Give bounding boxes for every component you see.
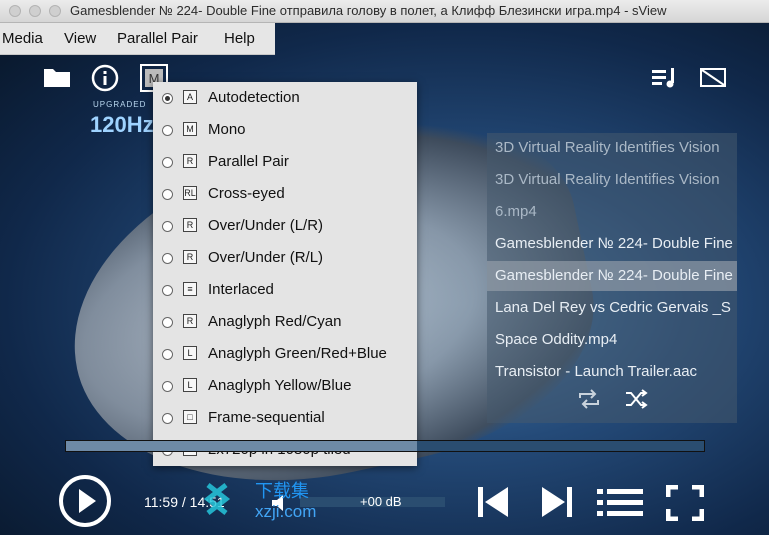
playlist-item-label: Gamesblender № 224- Double Fine: [495, 267, 733, 284]
radio-icon[interactable]: [162, 253, 173, 264]
stereo-mode-item[interactable]: L Anaglyph Yellow/Blue: [153, 370, 417, 402]
playlist-item[interactable]: Transistor - Launch Trailer.aac: [487, 357, 737, 387]
shuffle-icon[interactable]: [624, 388, 648, 415]
stereo-mode-icon: R: [183, 218, 197, 232]
playlist-item-label: Transistor - Launch Trailer.aac: [495, 363, 698, 380]
stereo-mode-item[interactable]: R Parallel Pair: [153, 146, 417, 178]
stereo-mode-label: Anaglyph Green/Red+Blue: [208, 345, 387, 362]
stereo-mode-label: Anaglyph Yellow/Blue: [208, 377, 352, 394]
stereo-mode-label: Over/Under (L/R): [208, 217, 324, 234]
playlist-item-label: 3D Virtual Reality Identifies Vision: [495, 171, 720, 188]
stereo-mode-icon: R: [183, 154, 197, 168]
stereo-mode-dropdown: A Autodetection M Mono R Parallel Pair RL Cross…: [153, 82, 417, 466]
playlist-item[interactable]: Space Oddity.mp4: [487, 325, 737, 355]
playlist-item[interactable]: 6.mp4: [487, 197, 737, 227]
playlist-item[interactable]: Gamesblender № 224- Double Fine: [487, 229, 737, 259]
stereo-mode-item[interactable]: R Anaglyph Red/Cyan: [153, 306, 417, 338]
stereo-mode-item[interactable]: L Anaglyph Green/Red+Blue: [153, 338, 417, 370]
stereo-mode-icon: L: [183, 378, 197, 392]
window-title: Gamesblender № 224- Double Fine отправил…: [70, 3, 667, 18]
menu-parallel-pair[interactable]: Parallel Pair: [117, 30, 198, 47]
playlist-item-label: Lana Del Rey vs Cedric Gervais _S: [495, 299, 731, 316]
playlist-item-label: 6.mp4: [495, 203, 537, 220]
playlist-item-label: Gamesblender № 224- Double Fine: [495, 235, 733, 252]
watermark-text-cn: 下载集: [255, 481, 309, 502]
volume-db-label: +00 dB: [360, 494, 402, 509]
title-bar: Gamesblender № 224- Double Fine отправил…: [0, 0, 769, 23]
zoom-window-button[interactable]: [49, 5, 61, 17]
radio-icon[interactable]: [162, 157, 173, 168]
radio-icon[interactable]: [162, 285, 173, 296]
repeat-icon[interactable]: [577, 388, 601, 415]
radio-icon[interactable]: [162, 413, 173, 424]
next-track-icon[interactable]: [539, 485, 575, 524]
menu-help[interactable]: Help: [224, 30, 255, 47]
folder-icon[interactable]: [43, 66, 71, 93]
stereo-mode-label: Cross-eyed: [208, 185, 285, 202]
stereo-mode-icon: □: [183, 410, 197, 424]
stereo-mode-icon: A: [183, 90, 197, 104]
minimize-window-button[interactable]: [29, 5, 41, 17]
close-window-button[interactable]: [9, 5, 21, 17]
radio-icon[interactable]: [162, 381, 173, 392]
menu-bar: Media View Parallel Pair Help: [0, 23, 275, 55]
subtitles-off-icon[interactable]: [700, 68, 726, 93]
stereo-mode-icon: R: [183, 314, 197, 328]
radio-icon[interactable]: [162, 317, 173, 328]
stereo-mode-item[interactable]: A Autodetection: [153, 82, 417, 114]
stereo-mode-label: Mono: [208, 121, 246, 138]
stereo-mode-label: Autodetection: [208, 89, 300, 106]
menu-media[interactable]: Media: [2, 30, 43, 47]
radio-icon[interactable]: [162, 93, 173, 104]
stereo-mode-item[interactable]: RL Cross-eyed: [153, 178, 417, 210]
stereo-mode-label: Parallel Pair: [208, 153, 289, 170]
previous-track-icon[interactable]: [476, 485, 512, 524]
info-icon[interactable]: [91, 64, 119, 97]
stereo-mode-item[interactable]: R Over/Under (R/L): [153, 242, 417, 274]
radio-icon[interactable]: [162, 125, 173, 136]
playlist-music-icon[interactable]: [652, 68, 678, 93]
stereo-mode-icon: L: [183, 346, 197, 360]
stereo-mode-item[interactable]: R Over/Under (L/R): [153, 210, 417, 242]
stereo-mode-icon: M: [183, 122, 197, 136]
stereo-mode-icon: RL: [183, 186, 197, 200]
menu-view[interactable]: View: [64, 30, 96, 47]
seek-bar[interactable]: [65, 440, 705, 452]
stereo-mode-label: Frame-sequential: [208, 409, 325, 426]
radio-icon[interactable]: [162, 221, 173, 232]
stereo-mode-label: Interlaced: [208, 281, 274, 298]
play-button[interactable]: [58, 474, 112, 533]
hz-label: 120Hz: [90, 112, 154, 137]
playlist-item[interactable]: 3D Virtual Reality Identifies Vision: [487, 133, 737, 163]
stereo-mode-label: Anaglyph Red/Cyan: [208, 313, 342, 330]
playlist-item[interactable]: Lana Del Rey vs Cedric Gervais _S: [487, 293, 737, 323]
playlist-item-label: Space Oddity.mp4: [495, 331, 618, 348]
stereo-mode-icon: ≡: [183, 282, 197, 296]
fullscreen-icon[interactable]: [665, 484, 705, 526]
playlist-item[interactable]: Gamesblender № 224- Double Fine: [487, 261, 737, 291]
stereo-mode-label: Over/Under (R/L): [208, 249, 324, 266]
stereo-mode-item[interactable]: ≡ Interlaced: [153, 274, 417, 306]
radio-icon[interactable]: [162, 189, 173, 200]
watermark-text-url: xzji.com: [255, 502, 316, 521]
playlist-item[interactable]: 3D Virtual Reality Identifies Vision: [487, 165, 737, 195]
stereo-mode-item[interactable]: □ Frame-sequential: [153, 402, 417, 434]
playlist-panel: Transistor - Launch Trailer.aac Space Odd…: [487, 133, 737, 423]
upgraded-label: UPGRADED: [93, 100, 147, 109]
seek-bar-fill: [66, 441, 417, 451]
stereo-mode-item[interactable]: M Mono: [153, 114, 417, 146]
playlist-menu-icon[interactable]: [597, 487, 645, 524]
watermark-logo: 下载集 xzji.com: [200, 477, 350, 522]
stereo-mode-icon: R: [183, 250, 197, 264]
radio-icon[interactable]: [162, 349, 173, 360]
playlist-item-label: 3D Virtual Reality Identifies Vision: [495, 139, 720, 156]
